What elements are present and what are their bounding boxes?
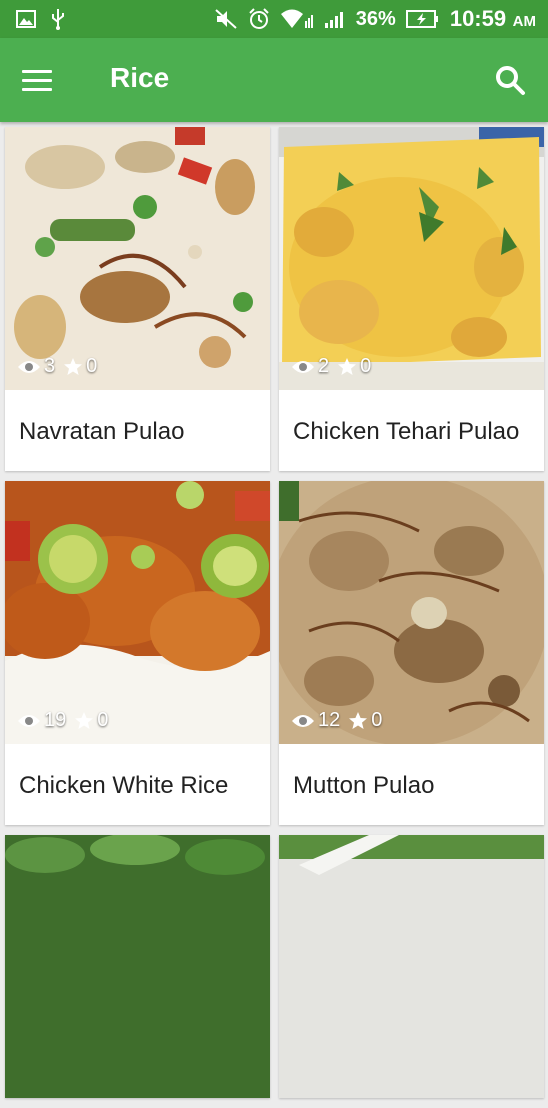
battery-percent: 36% <box>355 7 396 30</box>
rating-value: 0 <box>97 709 109 731</box>
page-title: Rice <box>110 62 170 93</box>
app-bar: Rice <box>0 38 548 122</box>
rating-count: 0 <box>63 355 97 378</box>
recipe-card[interactable]: 19 0 Chicken White Rice <box>5 481 270 825</box>
rating-count: 0 <box>348 709 382 732</box>
rating-count: 0 <box>74 709 108 732</box>
star-icon <box>338 357 357 375</box>
navratan-pulao-photo <box>5 127 270 390</box>
eye-icon <box>18 714 40 727</box>
star-icon <box>349 711 368 729</box>
recipe-image[interactable]: 12 0 <box>279 481 544 744</box>
recipe-image[interactable]: 2 0 <box>279 127 544 390</box>
star-icon <box>64 357 83 375</box>
recipe-stats: 12 0 <box>291 709 390 732</box>
views-value: 2 <box>318 355 330 377</box>
recipe-title[interactable]: Navratan Pulao <box>5 390 270 471</box>
gallery-icon <box>16 10 36 28</box>
recipe-card[interactable] <box>279 835 544 1098</box>
views-count: 2 <box>291 355 329 378</box>
rice-bowl-photo <box>279 835 544 1098</box>
herb-rice-photo <box>5 835 270 1098</box>
views-count: 19 <box>17 709 66 732</box>
recipe-stats: 3 0 <box>17 355 105 378</box>
recipe-image[interactable]: 3 0 <box>5 127 270 390</box>
menu-icon-line <box>22 69 52 73</box>
status-bar: 36% 10:59 AM <box>0 0 548 38</box>
recipe-stats: 2 0 <box>291 355 379 378</box>
recipe-title[interactable]: Mutton Pulao <box>279 744 544 825</box>
menu-icon[interactable] <box>22 60 62 100</box>
clock-time: 10:59 <box>449 6 507 31</box>
eye-icon <box>292 360 314 373</box>
alarm-icon <box>249 8 269 29</box>
clock: 10:59 AM <box>450 6 536 32</box>
recipe-column-right: 2 0 Chicken Tehari Pulao 12 0 Mutton Pul… <box>279 127 544 1108</box>
views-count: 3 <box>17 355 55 378</box>
search-icon[interactable] <box>490 60 530 100</box>
recipe-image[interactable] <box>5 835 270 1098</box>
chicken-tehari-pulao-photo <box>279 127 544 390</box>
battery-charging-icon <box>405 10 438 28</box>
recipe-card[interactable]: 12 0 Mutton Pulao <box>279 481 544 825</box>
chicken-white-rice-photo <box>5 481 270 744</box>
recipe-card[interactable]: 2 0 Chicken Tehari Pulao <box>279 127 544 471</box>
eye-icon <box>18 360 40 373</box>
views-value: 12 <box>318 709 341 731</box>
signal-icon <box>324 12 343 28</box>
rating-count: 0 <box>337 355 371 378</box>
recipe-title[interactable]: Chicken Tehari Pulao <box>279 390 544 471</box>
views-value: 3 <box>44 355 56 377</box>
recipe-card[interactable] <box>5 835 270 1098</box>
wifi-icon <box>280 9 313 28</box>
recipe-column-left: 3 0 Navratan Pulao 19 0 Chicken White Ri… <box>5 127 270 1108</box>
recipe-stats: 19 0 <box>17 709 116 732</box>
rating-value: 0 <box>86 355 98 377</box>
rating-value: 0 <box>360 355 372 377</box>
recipe-card[interactable]: 3 0 Navratan Pulao <box>5 127 270 471</box>
menu-icon-line <box>22 78 52 82</box>
recipe-image[interactable]: 19 0 <box>5 481 270 744</box>
recipe-image[interactable] <box>279 835 544 1098</box>
menu-icon-line <box>22 87 52 91</box>
rating-value: 0 <box>371 709 383 731</box>
mute-icon <box>215 9 237 29</box>
views-value: 19 <box>44 709 67 731</box>
mutton-pulao-photo <box>279 481 544 744</box>
star-icon <box>75 711 94 729</box>
clock-ampm: AM <box>512 13 536 30</box>
usb-icon <box>52 9 64 30</box>
recipe-title[interactable]: Chicken White Rice <box>5 744 270 825</box>
eye-icon <box>292 714 314 727</box>
views-count: 12 <box>291 709 340 732</box>
